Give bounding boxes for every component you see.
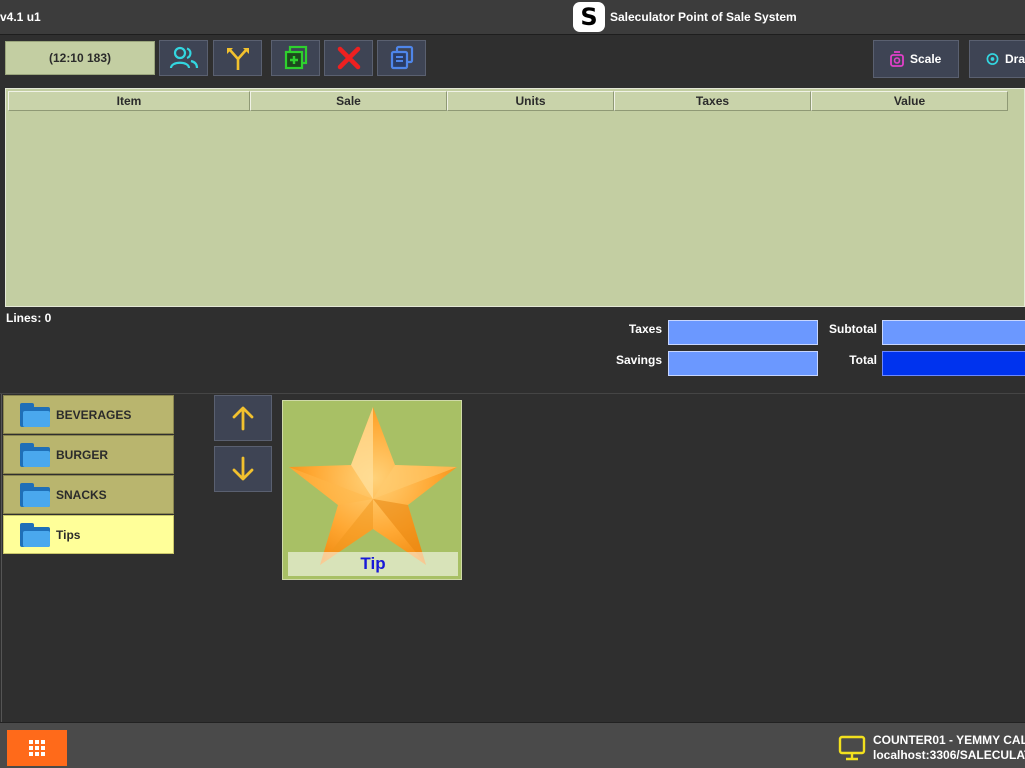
folder-icon	[20, 442, 50, 467]
drawer-button[interactable]: Dra	[969, 40, 1025, 78]
copy-ticket-icon	[390, 45, 413, 70]
split-ticket-button[interactable]	[213, 40, 262, 76]
ticket-lines-table[interactable]: Item Sale Units Taxes Value	[5, 88, 1025, 307]
category-tips[interactable]: Tips	[3, 515, 174, 554]
savings-field	[668, 351, 818, 376]
drawer-icon	[986, 53, 999, 65]
terminal-name: COUNTER01 - YEMMY CALIC	[873, 733, 1025, 747]
folder-icon	[20, 522, 50, 547]
main-menu-button[interactable]	[7, 730, 67, 766]
category-label: SNACKS	[56, 487, 107, 502]
taxes-field	[668, 320, 818, 345]
scale-icon	[890, 51, 904, 67]
scale-label: Scale	[910, 52, 942, 66]
host-info: COUNTER01 - YEMMY CALIC localhost:3306/S…	[873, 733, 1025, 763]
scroll-down-button[interactable]	[214, 446, 272, 492]
delete-ticket-icon	[337, 46, 360, 70]
version-label: v4.1 u1	[0, 10, 41, 24]
lines-count: Lines: 0	[6, 311, 52, 325]
monitor-icon	[838, 735, 866, 761]
app-title: Saleculator Point of Sale System	[610, 10, 797, 24]
folder-icon	[20, 402, 50, 427]
status-bar: COUNTER01 - YEMMY CALIC localhost:3306/S…	[0, 722, 1025, 768]
copy-ticket-button[interactable]	[377, 40, 426, 76]
table-header: Item Sale Units Taxes Value	[8, 91, 1008, 111]
category-label: BEVERAGES	[56, 407, 132, 422]
column-header-taxes[interactable]: Taxes	[614, 91, 811, 111]
customers-icon	[169, 46, 198, 69]
arrow-up-icon	[232, 406, 254, 431]
category-beverages[interactable]: BEVERAGES	[3, 395, 174, 434]
total-field	[882, 351, 1025, 376]
column-header-units[interactable]: Units	[447, 91, 614, 111]
subtotal-field	[882, 320, 1025, 345]
savings-label: Savings	[615, 353, 662, 367]
arrow-down-icon	[232, 456, 254, 481]
product-tip[interactable]: Tip	[282, 400, 462, 580]
column-header-item[interactable]: Item	[8, 91, 250, 111]
delete-ticket-button[interactable]	[324, 40, 373, 76]
category-burger[interactable]: BURGER	[3, 435, 174, 474]
database-host: localhost:3306/SALECULAT	[873, 748, 1025, 762]
app-logo: S	[573, 2, 605, 32]
drawer-label: Dra	[1004, 52, 1025, 66]
new-ticket-icon	[284, 45, 307, 70]
title-bar: v4.1 u1 S Saleculator Point of Sale Syst…	[0, 0, 1025, 35]
category-snacks[interactable]: SNACKS	[3, 475, 174, 514]
category-label: Tips	[56, 527, 81, 542]
ticket-id-label: (12:10 183)	[48, 51, 112, 65]
split-ticket-icon	[226, 48, 249, 70]
category-label: BURGER	[56, 447, 109, 462]
customers-button[interactable]	[159, 40, 208, 76]
scale-button[interactable]: Scale	[873, 40, 959, 78]
grid-menu-icon	[29, 740, 45, 756]
taxes-label: Taxes	[628, 322, 662, 336]
new-ticket-button[interactable]	[271, 40, 320, 76]
ticket-id-display[interactable]: (12:10 183)	[5, 41, 155, 75]
folder-icon	[20, 482, 50, 507]
scroll-up-button[interactable]	[214, 395, 272, 441]
column-header-value[interactable]: Value	[811, 91, 1008, 111]
column-header-sale[interactable]: Sale	[250, 91, 447, 111]
product-label: Tip	[288, 552, 458, 576]
subtotal-label: Subtotal	[829, 322, 877, 336]
total-label: Total	[849, 353, 877, 367]
